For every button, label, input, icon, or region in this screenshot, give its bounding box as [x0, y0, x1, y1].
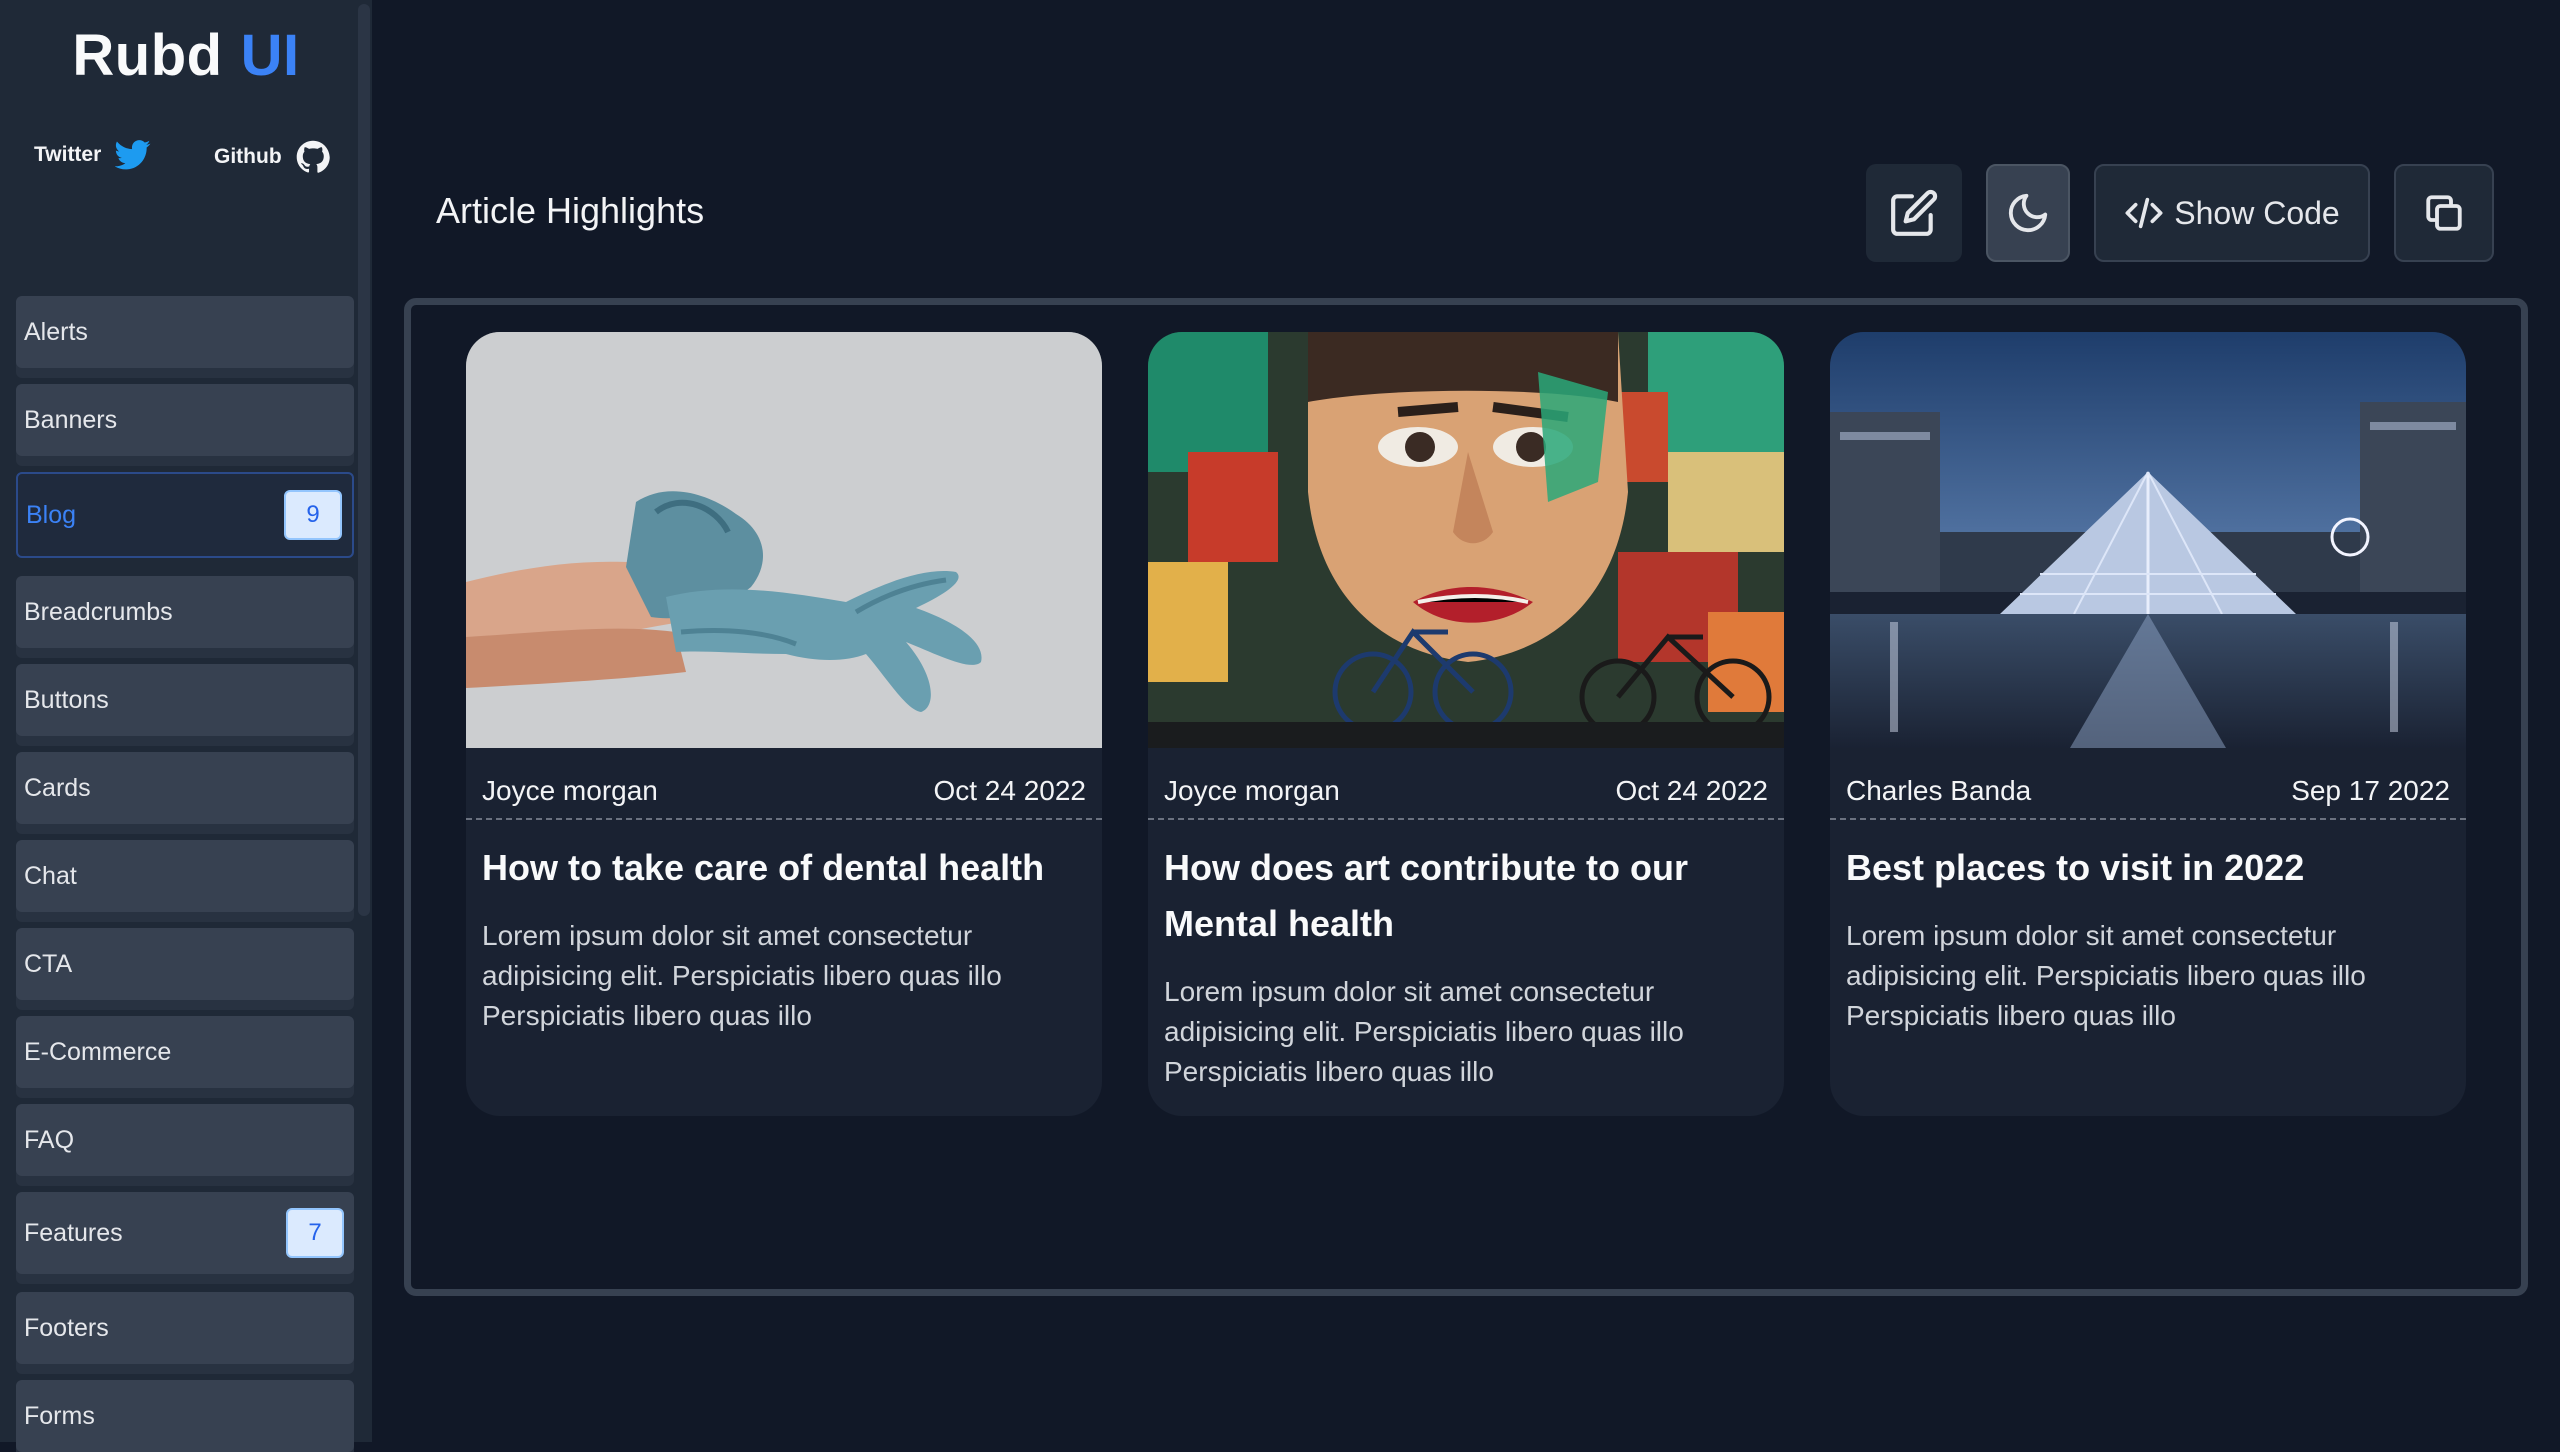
- sidebar-item-label: E-Commerce: [24, 1037, 172, 1066]
- article-meta: Joyce morgan Oct 24 2022: [1164, 768, 1768, 814]
- article-title[interactable]: How to take care of dental health: [482, 840, 1086, 896]
- twitter-label: Twitter: [34, 143, 102, 166]
- sidebar-item-label: Footers: [24, 1313, 109, 1342]
- sidebar-item-chat[interactable]: Chat: [16, 840, 354, 912]
- twitter-link[interactable]: Twitter: [34, 140, 151, 170]
- sidebar-item-buttons[interactable]: Buttons: [16, 664, 354, 736]
- louvre-pyramid-night-photo: [1830, 332, 2466, 748]
- sidebar-item-faq[interactable]: FAQ: [16, 1104, 354, 1176]
- article-card[interactable]: Charles Banda Sep 17 2022 Best places to…: [1830, 332, 2466, 1116]
- dashed-divider: [1148, 818, 1784, 820]
- gloved-hands-photo: [466, 332, 1102, 748]
- copy-icon: [2426, 195, 2462, 231]
- sidebar-item-label: Blog: [26, 500, 77, 529]
- article-meta: Charles Banda Sep 17 2022: [1846, 768, 2450, 814]
- moon-icon: [2008, 193, 2048, 233]
- article-excerpt: Lorem ipsum dolor sit amet consectetur a…: [482, 920, 1002, 1031]
- count-badge: 7: [286, 1208, 344, 1258]
- article-card[interactable]: Joyce morgan Oct 24 2022 How to take car…: [466, 332, 1102, 1116]
- dashed-divider: [1830, 818, 2466, 820]
- article-title[interactable]: How does art contribute to our Mental he…: [1164, 840, 1768, 952]
- github-icon: [296, 140, 330, 173]
- sidebar-item-label: Alerts: [24, 317, 88, 346]
- github-link[interactable]: Github: [214, 140, 330, 174]
- sidebar-item-label: Banners: [24, 405, 118, 434]
- article-excerpt: Lorem ipsum dolor sit amet consectetur a…: [1846, 920, 2366, 1031]
- sidebar-item-label: FAQ: [24, 1125, 75, 1154]
- sidebar-item-label: Cards: [24, 773, 91, 802]
- show-code-label: Show Code: [2174, 194, 2340, 231]
- article-meta: Joyce morgan Oct 24 2022: [482, 768, 1086, 814]
- sidebar-item-footers[interactable]: Footers: [16, 1292, 354, 1364]
- twitter-icon: [115, 140, 151, 170]
- page-title: Article Highlights: [436, 190, 705, 231]
- sidebar-scrollbar-thumb[interactable]: [358, 4, 370, 916]
- sidebar-item-cards[interactable]: Cards: [16, 752, 354, 824]
- sidebar-item-label: CTA: [24, 949, 73, 978]
- show-code-button[interactable]: Show Code: [2094, 164, 2370, 262]
- brand-logo[interactable]: Rubd UI: [0, 22, 372, 89]
- author-name: Charles Banda: [1846, 775, 2032, 806]
- sidebar-item-blog[interactable]: Blog 9: [16, 472, 354, 558]
- sidebar-item-alerts[interactable]: Alerts: [16, 296, 354, 368]
- sidebar-item-forms[interactable]: Forms: [16, 1380, 354, 1452]
- article-excerpt: Lorem ipsum dolor sit amet consectetur a…: [1164, 976, 1684, 1087]
- article-card[interactable]: Joyce morgan Oct 24 2022 How does art co…: [1148, 332, 1784, 1116]
- code-icon: [2125, 197, 2163, 229]
- sidebar-item-label: Breadcrumbs: [24, 597, 173, 626]
- sidebar-item-banners[interactable]: Banners: [16, 384, 354, 456]
- brand-accent: UI: [240, 23, 300, 88]
- brand-name: Rubd: [72, 23, 223, 88]
- sidebar-item-label: Chat: [24, 861, 77, 890]
- sidebar-item-label: Forms: [24, 1401, 95, 1430]
- sidebar: Rubd UI Twitter Github Alerts Banners Blo…: [0, 0, 372, 1452]
- publish-date: Sep 17 2022: [2291, 775, 2450, 806]
- edit-icon: [1891, 189, 1938, 236]
- copy-button[interactable]: [2394, 164, 2494, 262]
- author-name: Joyce morgan: [482, 775, 658, 806]
- sidebar-item-features[interactable]: Features 7: [16, 1192, 354, 1274]
- count-badge: 9: [284, 490, 342, 540]
- article-title[interactable]: Best places to visit in 2022: [1846, 840, 2450, 896]
- dashed-divider: [466, 818, 1102, 820]
- author-name: Joyce morgan: [1164, 775, 1340, 806]
- publish-date: Oct 24 2022: [1615, 775, 1768, 806]
- theme-toggle-button[interactable]: [1986, 164, 2070, 262]
- edit-button[interactable]: [1866, 164, 1962, 262]
- sidebar-item-cta[interactable]: CTA: [16, 928, 354, 1000]
- street-art-mural-photo: [1148, 332, 1784, 748]
- github-label: Github: [214, 145, 282, 168]
- sidebar-item-breadcrumbs[interactable]: Breadcrumbs: [16, 576, 354, 648]
- sidebar-item-label: Buttons: [24, 685, 109, 714]
- sidebar-item-ecommerce[interactable]: E-Commerce: [16, 1016, 354, 1088]
- sidebar-item-label: Features: [24, 1218, 123, 1247]
- publish-date: Oct 24 2022: [933, 775, 1086, 806]
